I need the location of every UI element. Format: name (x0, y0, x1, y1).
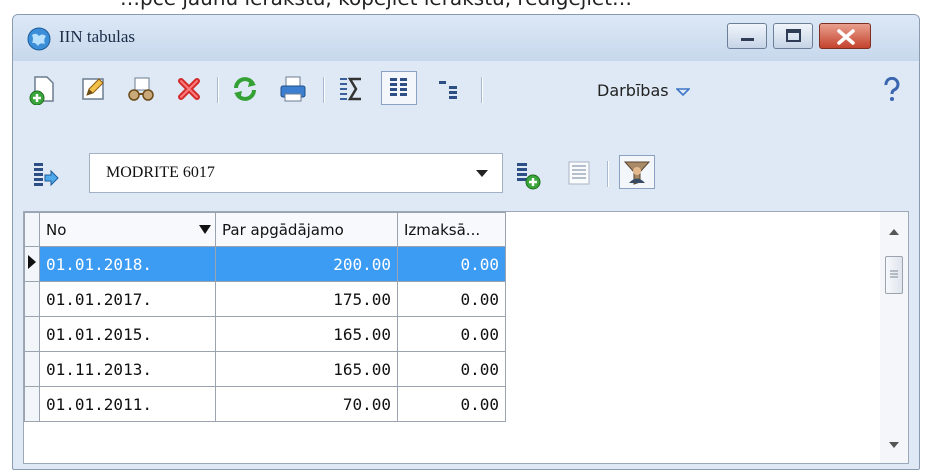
scroll-down-icon[interactable] (889, 441, 899, 449)
copy-record-icon (128, 77, 154, 101)
print-icon (280, 76, 306, 102)
maximize-icon (786, 29, 801, 42)
vertical-scrollbar[interactable] (880, 212, 908, 463)
caption-strip: …pcē jaunu ierakstu, kopējiet ierakstu, … (0, 0, 928, 10)
delete-button[interactable] (173, 73, 205, 105)
caption-text: …pcē jaunu ierakstu, kopējiet ierakstu, … (120, 0, 632, 10)
close-button[interactable] (819, 23, 871, 49)
row-indicator (24, 316, 40, 352)
app-globe-icon (27, 27, 51, 51)
row-indicator (24, 351, 40, 387)
chevron-down-icon (476, 170, 488, 177)
table-row[interactable]: 01.11.2013. 165.00 0.00 (24, 351, 506, 387)
iin-tables-window: IIN tabulas Darbības MODRITE 6017 No Par… (12, 14, 920, 470)
employee-combo[interactable]: MODRITE 6017 (89, 153, 503, 193)
toolbar-separator (217, 77, 219, 103)
row-indicator (24, 246, 40, 282)
main-toolbar: Darbības (13, 61, 919, 119)
row-indicator-header (24, 212, 40, 247)
help-icon (884, 76, 900, 101)
iin-table: No Par apgādājamo Izmaksā... 01.01.2018.… (24, 212, 506, 422)
minimize-button[interactable] (727, 23, 767, 49)
actions-label: Darbības (597, 81, 669, 100)
row-indicator (24, 281, 40, 317)
cell-dependent[interactable]: 175.00 (215, 281, 398, 317)
maximize-button[interactable] (773, 23, 813, 49)
cell-no[interactable]: 01.01.2018. (39, 246, 216, 282)
list-icon (568, 161, 590, 185)
cell-dependent[interactable]: 165.00 (215, 316, 398, 352)
columns-icon (390, 78, 407, 96)
refresh-icon (234, 77, 256, 101)
cell-dependent[interactable]: 70.00 (215, 386, 398, 422)
current-row-icon (28, 255, 36, 269)
user-filter-icon (623, 161, 651, 185)
row-indicator (24, 386, 40, 422)
employee-combo-value: MODRITE 6017 (106, 164, 215, 181)
toolbar-separator (481, 77, 483, 103)
column-header-label: Izmaksā... (404, 220, 481, 239)
table-header-row: No Par apgādājamo Izmaksā... (24, 212, 506, 247)
close-icon (837, 29, 855, 45)
column-header-label: Par apgādājamo (222, 220, 344, 239)
scroll-thumb[interactable] (885, 256, 903, 294)
edit-button[interactable] (77, 73, 109, 105)
cell-paid[interactable]: 0.00 (397, 281, 506, 317)
cell-paid[interactable]: 0.00 (397, 386, 506, 422)
cell-paid[interactable]: 0.00 (397, 316, 506, 352)
cell-dependent[interactable]: 200.00 (215, 246, 398, 282)
delete-icon (178, 78, 200, 100)
sum-icon (340, 77, 361, 101)
tree-icon (439, 81, 457, 99)
cell-no[interactable]: 01.11.2013. (39, 351, 216, 387)
filter-bar: MODRITE 6017 (13, 119, 919, 205)
cell-dependent[interactable]: 165.00 (215, 351, 398, 387)
import-button[interactable] (31, 161, 63, 193)
window-title: IIN tabulas (59, 27, 136, 46)
help-button[interactable] (881, 76, 903, 107)
import-icon (34, 163, 59, 187)
scroll-up-icon[interactable] (889, 228, 899, 236)
column-header-paid[interactable]: Izmaksā... (397, 212, 506, 247)
table-row[interactable]: 01.01.2015. 165.00 0.00 (24, 316, 506, 352)
cell-paid[interactable]: 0.00 (397, 351, 506, 387)
table-row[interactable]: 01.01.2017. 175.00 0.00 (24, 281, 506, 317)
table-row[interactable]: 01.01.2018. 200.00 0.00 (24, 246, 506, 282)
sum-button[interactable] (335, 73, 367, 105)
add-table-button[interactable] (513, 161, 545, 193)
toolbar-separator (323, 77, 325, 103)
refresh-button[interactable] (229, 73, 261, 105)
cell-no[interactable]: 01.01.2017. (39, 281, 216, 317)
column-header-dependent[interactable]: Par apgādājamo (215, 212, 398, 247)
print-button[interactable] (277, 73, 309, 105)
list-button[interactable] (563, 159, 595, 191)
grip-icon (890, 270, 898, 278)
copy-record-button[interactable] (125, 73, 157, 105)
minimize-icon (741, 38, 754, 41)
new-record-button[interactable] (27, 73, 59, 105)
column-header-no[interactable]: No (39, 212, 216, 247)
new-record-icon (29, 76, 54, 105)
chevron-down-icon (674, 87, 691, 96)
tree-view-button[interactable] (433, 73, 465, 105)
title-bar[interactable]: IIN tabulas (13, 15, 919, 61)
table-row[interactable]: 01.01.2011. 70.00 0.00 (24, 386, 506, 422)
edit-icon (82, 78, 104, 100)
cell-no[interactable]: 01.01.2011. (39, 386, 216, 422)
add-table-icon (517, 163, 541, 190)
cell-no[interactable]: 01.01.2015. (39, 316, 216, 352)
sort-desc-icon (199, 225, 211, 234)
iin-grid: No Par apgādājamo Izmaksā... 01.01.2018.… (23, 211, 909, 464)
toolbar-separator (607, 161, 609, 187)
column-header-label: No (46, 220, 67, 239)
columns-button[interactable] (381, 71, 417, 105)
cell-paid[interactable]: 0.00 (397, 246, 506, 282)
user-filter-button[interactable] (619, 155, 655, 189)
actions-menu[interactable]: Darbības (597, 81, 691, 100)
